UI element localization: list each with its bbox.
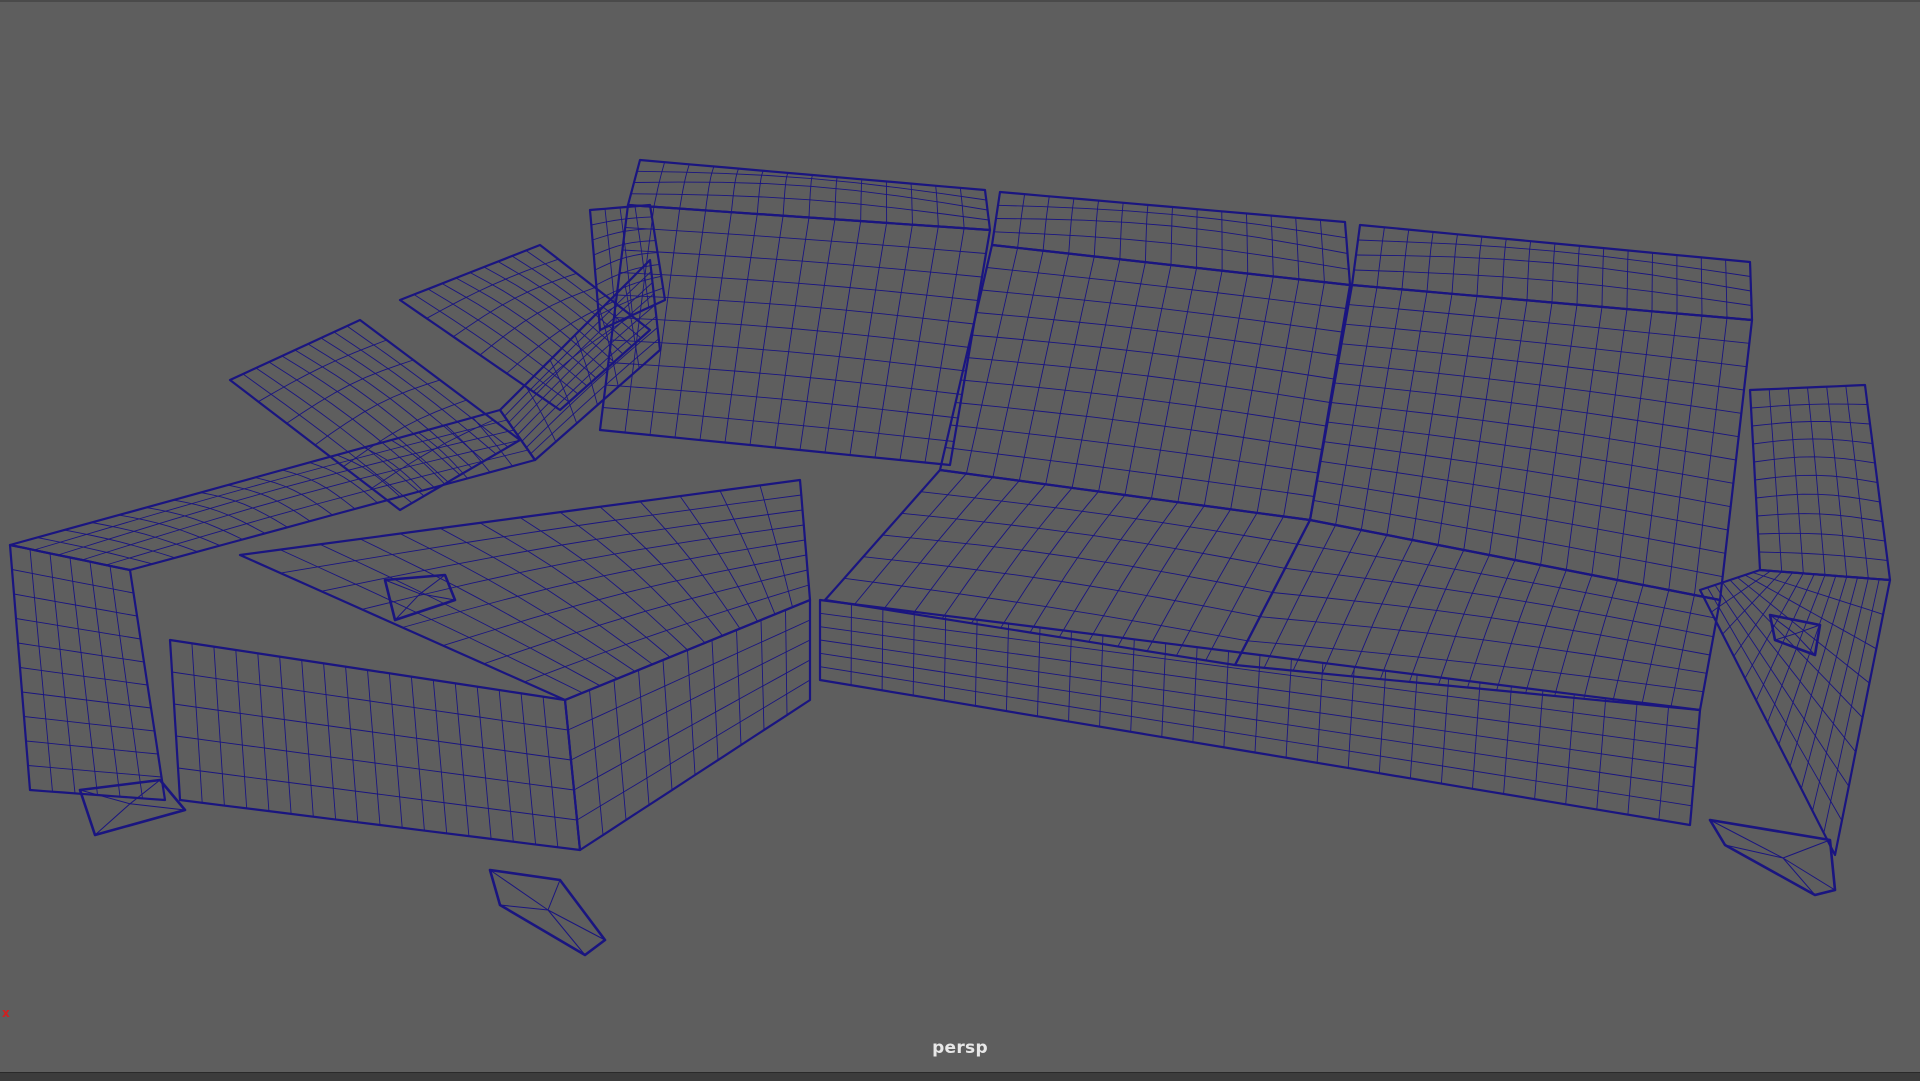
chaise-headrest-a (228, 318, 522, 512)
base-front-main (818, 598, 1702, 827)
foot-left-front (78, 778, 187, 837)
axis-gizmo: x (0, 1006, 14, 1024)
back-pillow-middle (990, 190, 1352, 287)
chaise-base-side (168, 638, 582, 852)
right-arm-top (1748, 383, 1892, 582)
chaise-seat (238, 478, 812, 702)
foot-chaise-front (488, 868, 607, 957)
axis-x-label: x (2, 1006, 10, 1020)
foot-chaise-hinge (383, 573, 457, 622)
camera-name-label: persp (932, 1038, 988, 1058)
left-arm-top (8, 408, 537, 572)
foot-right-hinge (1768, 613, 1822, 657)
back-pillow-right (1350, 223, 1754, 322)
left-corner-bolster (588, 203, 667, 332)
right-arm-side (1698, 568, 1892, 857)
sofa-wireframe-model[interactable] (0, 0, 1920, 1072)
seat-cushion-middle (823, 468, 1312, 667)
backrest-right (1308, 283, 1754, 602)
perspective-viewport[interactable]: x persp (0, 0, 1920, 1072)
chaise-cushion-front (563, 598, 812, 852)
left-arm-front (8, 543, 167, 802)
foot-right-front (1708, 818, 1837, 897)
